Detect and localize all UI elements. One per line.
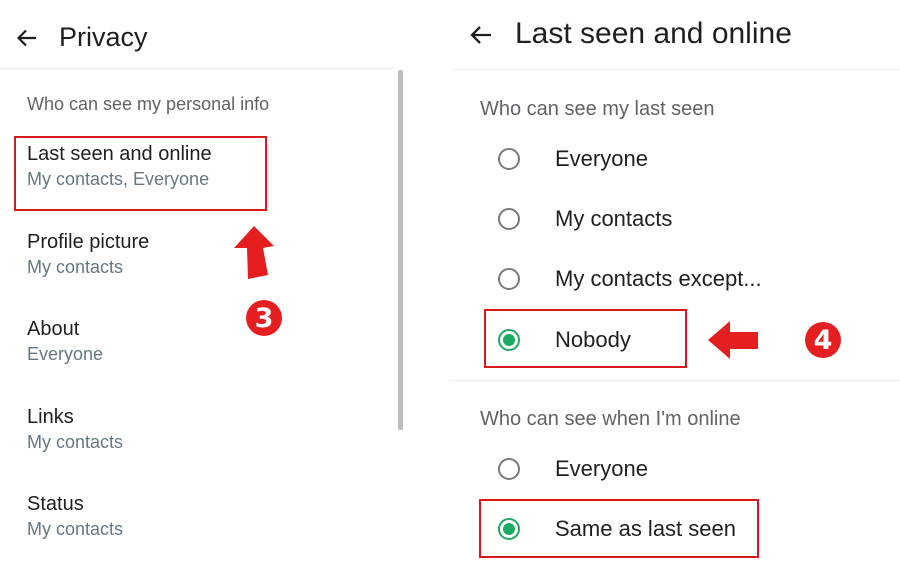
last-seen-screen: Last seen and online Who can see my last… xyxy=(450,0,900,568)
header-divider xyxy=(450,69,900,70)
group-label: Who can see when I'm online xyxy=(480,408,741,430)
radio-button[interactable] xyxy=(498,148,520,170)
step-badge: 3 xyxy=(246,300,282,336)
radio-label: My contacts except... xyxy=(555,266,762,291)
radio-label: Everyone xyxy=(555,146,648,171)
settings-item-title: Profile picture xyxy=(27,231,150,253)
highlight-box xyxy=(484,309,687,368)
radio-option-my-contacts[interactable]: My contacts xyxy=(498,199,672,239)
settings-item-value: My contacts xyxy=(27,257,124,277)
settings-item-title: About xyxy=(27,318,80,340)
settings-item-status[interactable]: Status My contacts xyxy=(27,491,123,541)
arrow-up-annotation-icon xyxy=(234,226,274,279)
settings-item-title: Links xyxy=(27,406,74,428)
arrow-left-icon xyxy=(470,26,491,44)
settings-item-value: Everyone xyxy=(27,344,104,364)
radio-label: Everyone xyxy=(555,456,648,481)
back-button[interactable] xyxy=(464,18,498,52)
section-label: Who can see my personal info xyxy=(27,94,270,114)
step-badge: 4 xyxy=(805,322,841,358)
radio-button[interactable] xyxy=(498,458,520,480)
settings-item-value: My contacts xyxy=(27,432,124,452)
highlight-box xyxy=(479,499,759,558)
radio-button[interactable] xyxy=(498,268,520,290)
header-divider xyxy=(0,68,395,69)
arrow-left-icon xyxy=(16,29,36,47)
settings-item-value: My contacts xyxy=(27,519,124,539)
settings-item-about[interactable]: About Everyone xyxy=(27,316,103,366)
back-button[interactable] xyxy=(10,21,44,55)
privacy-screen: Privacy Who can see my personal info Las… xyxy=(0,0,403,568)
settings-item-profile-picture[interactable]: Profile picture My contacts xyxy=(27,229,149,279)
radio-label: My contacts xyxy=(555,206,673,231)
radio-button[interactable] xyxy=(498,208,520,230)
group-label: Who can see my last seen xyxy=(480,98,715,120)
settings-item-title: Status xyxy=(27,493,84,515)
page-title: Privacy xyxy=(59,22,148,52)
settings-item-links[interactable]: Links My contacts xyxy=(27,404,123,454)
arrow-left-annotation-icon xyxy=(708,321,758,359)
radio-option-online-everyone[interactable]: Everyone xyxy=(498,449,648,489)
page-title: Last seen and online xyxy=(515,17,792,50)
radio-option-everyone[interactable]: Everyone xyxy=(498,139,648,179)
scrollbar[interactable] xyxy=(398,70,403,430)
radio-option-my-contacts-except[interactable]: My contacts except... xyxy=(498,259,762,299)
section-divider xyxy=(450,380,900,381)
highlight-box xyxy=(14,136,267,211)
